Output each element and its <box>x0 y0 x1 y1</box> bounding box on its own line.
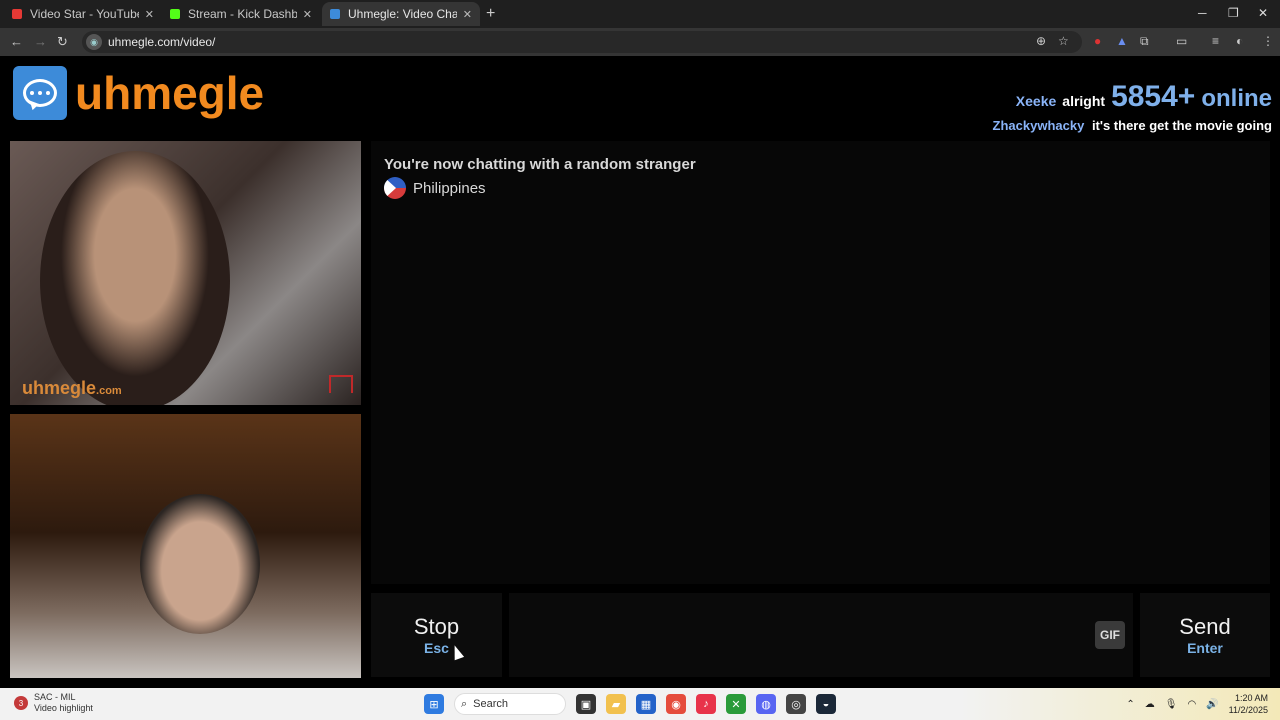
stop-key-hint: Esc <box>424 640 449 656</box>
minimize-icon[interactable]: ─ <box>1198 6 1207 20</box>
philippines-flag-icon <box>384 177 406 199</box>
stranger-video: uhmegle.com <box>10 141 361 405</box>
message-input[interactable]: GIF <box>509 593 1133 677</box>
chevron-up-icon[interactable]: ⌃ <box>1126 699 1134 710</box>
chat-status: You're now chatting with a random strang… <box>384 156 696 173</box>
tab-youtube[interactable]: Video Star - YouTube ✕ <box>4 2 162 26</box>
close-icon[interactable]: ✕ <box>303 8 312 21</box>
watermark-text: uhmegle <box>22 378 97 398</box>
file-explorer-icon[interactable]: ▰ <box>606 694 626 714</box>
self-figure <box>140 494 260 634</box>
stop-button[interactable]: Stop Esc <box>371 593 502 677</box>
clock[interactable]: 1:20 AM 11/2/2025 <box>1229 692 1268 716</box>
back-icon[interactable]: ← <box>10 34 23 49</box>
tab-label: Uhmegle: Video Chat | Ran <box>348 7 457 21</box>
tab-label: Stream - Kick Dashboard <box>188 7 297 21</box>
taskbar-pinned: ⊞ ⌕ Search ▣ ▰ ▦ ◉ ♪ ✕ ◍ ◎ ◒ <box>424 693 836 715</box>
chrome-icon[interactable]: ◉ <box>666 694 686 714</box>
close-icon[interactable]: ✕ <box>145 8 154 21</box>
logo-chat-icon[interactable] <box>13 66 67 120</box>
chat-log: You're now chatting with a random strang… <box>371 141 1270 584</box>
steam-icon[interactable]: ◒ <box>816 694 836 714</box>
extension-icon[interactable]: ● <box>1094 34 1101 48</box>
profile-avatar-icon[interactable]: ◐ <box>1236 34 1243 48</box>
music-icon[interactable]: ♪ <box>696 694 716 714</box>
stranger-country: Philippines <box>384 177 486 199</box>
stop-label: Stop <box>413 614 460 639</box>
close-icon[interactable]: ✕ <box>463 8 472 21</box>
site-info-icon[interactable]: ◉ <box>86 34 102 50</box>
address-bar: ← → ↻ ◉ uhmegle.com/video/ ⊕ ☆ ● ▲ ⧉ ▭ ≡… <box>0 28 1280 56</box>
microphone-icon[interactable]: 🎙 <box>1165 699 1178 710</box>
page: uhmegle Xeeke alright 5854+ online Zhack… <box>0 56 1280 688</box>
widget-subtitle: Video highlight <box>34 703 93 713</box>
xbox-icon[interactable]: ✕ <box>726 694 746 714</box>
task-view-icon[interactable]: ▣ <box>576 694 596 714</box>
youtube-icon <box>12 9 22 19</box>
extension-icon[interactable]: ▲ <box>1116 34 1128 48</box>
clock-time: 1:20 AM <box>1234 693 1268 703</box>
search-placeholder: Search <box>473 698 509 710</box>
online-panel: Xeeke alright 5854+ online Zhackywhacky … <box>993 80 1272 133</box>
forward-icon[interactable]: → <box>34 34 47 49</box>
chat-username: Xeeke <box>1015 93 1057 109</box>
send-button[interactable]: Send Enter <box>1140 593 1270 677</box>
kick-icon <box>170 9 180 19</box>
tab-bar: Video Star - YouTube ✕ Stream - Kick Das… <box>0 0 1280 28</box>
chat-username: Zhackywhacky <box>992 118 1085 133</box>
watermark-suffix: .com <box>96 385 122 397</box>
clock-date: 11/2/2025 <box>1228 705 1268 715</box>
uhmegle-icon <box>330 9 340 19</box>
online-label: online <box>1201 85 1272 112</box>
taskbar-search[interactable]: ⌕ Search <box>454 693 566 715</box>
url-field[interactable]: ◉ uhmegle.com/video/ <box>82 31 1082 53</box>
site-logo-text[interactable]: uhmegle <box>75 66 264 120</box>
cloud-icon[interactable]: ☁ <box>1145 699 1155 710</box>
discord-icon[interactable]: ◍ <box>756 694 776 714</box>
tab-kick[interactable]: Stream - Kick Dashboard ✕ <box>162 2 320 26</box>
stranger-figure <box>40 151 230 405</box>
tab-label: Video Star - YouTube <box>30 7 139 21</box>
chat-message: alright <box>1062 93 1106 109</box>
self-video <box>10 414 361 678</box>
taskbar: 3 SAC - MIL Video highlight ⊞ ⌕ Search ▣… <box>0 688 1280 720</box>
report-flag-icon[interactable] <box>329 375 353 393</box>
start-windows-icon[interactable]: ⊞ <box>424 694 444 714</box>
search-icon: ⌕ <box>461 697 468 710</box>
volume-icon[interactable]: 🔊 <box>1206 699 1218 710</box>
send-key-hint: Enter <box>1187 640 1223 656</box>
menu-icon[interactable]: ⋮ <box>1262 34 1274 48</box>
bookmark-star-icon[interactable]: ☆ <box>1058 34 1069 48</box>
notification-badge: 3 <box>14 696 28 710</box>
wifi-icon[interactable]: ◠ <box>1187 699 1196 710</box>
media-control-icon[interactable]: ≡ <box>1212 34 1219 48</box>
widget-title: SAC - MIL <box>34 692 76 702</box>
reload-icon[interactable]: ↻ <box>57 34 68 50</box>
restore-icon[interactable]: ❐ <box>1228 6 1239 20</box>
send-label: Send <box>1179 614 1231 639</box>
country-name: Philippines <box>413 179 486 197</box>
tab-uhmegle[interactable]: Uhmegle: Video Chat | Ran ✕ <box>322 2 480 26</box>
cast-icon[interactable]: ▭ <box>1176 34 1187 48</box>
extensions-puzzle-icon[interactable]: ⧉ <box>1140 34 1149 49</box>
online-count: 5854+ <box>1111 80 1196 113</box>
video-watermark: uhmegle.com <box>22 378 122 399</box>
zoom-icon[interactable]: ⊕ <box>1036 34 1046 48</box>
obs-icon[interactable]: ◎ <box>786 694 806 714</box>
chat-message: it's there get the movie going <box>1091 118 1272 133</box>
url-text: uhmegle.com/video/ <box>108 35 216 49</box>
close-window-icon[interactable]: ✕ <box>1258 6 1268 20</box>
new-tab-button[interactable]: + <box>486 5 495 23</box>
system-tray: ⌃ ☁ 🎙 ◠ 🔊 1:20 AM 11/2/2025 <box>1126 692 1268 716</box>
taskbar-app-widget[interactable]: 3 SAC - MIL Video highlight <box>14 692 93 714</box>
store-icon[interactable]: ▦ <box>636 694 656 714</box>
gif-button[interactable]: GIF <box>1095 621 1125 649</box>
